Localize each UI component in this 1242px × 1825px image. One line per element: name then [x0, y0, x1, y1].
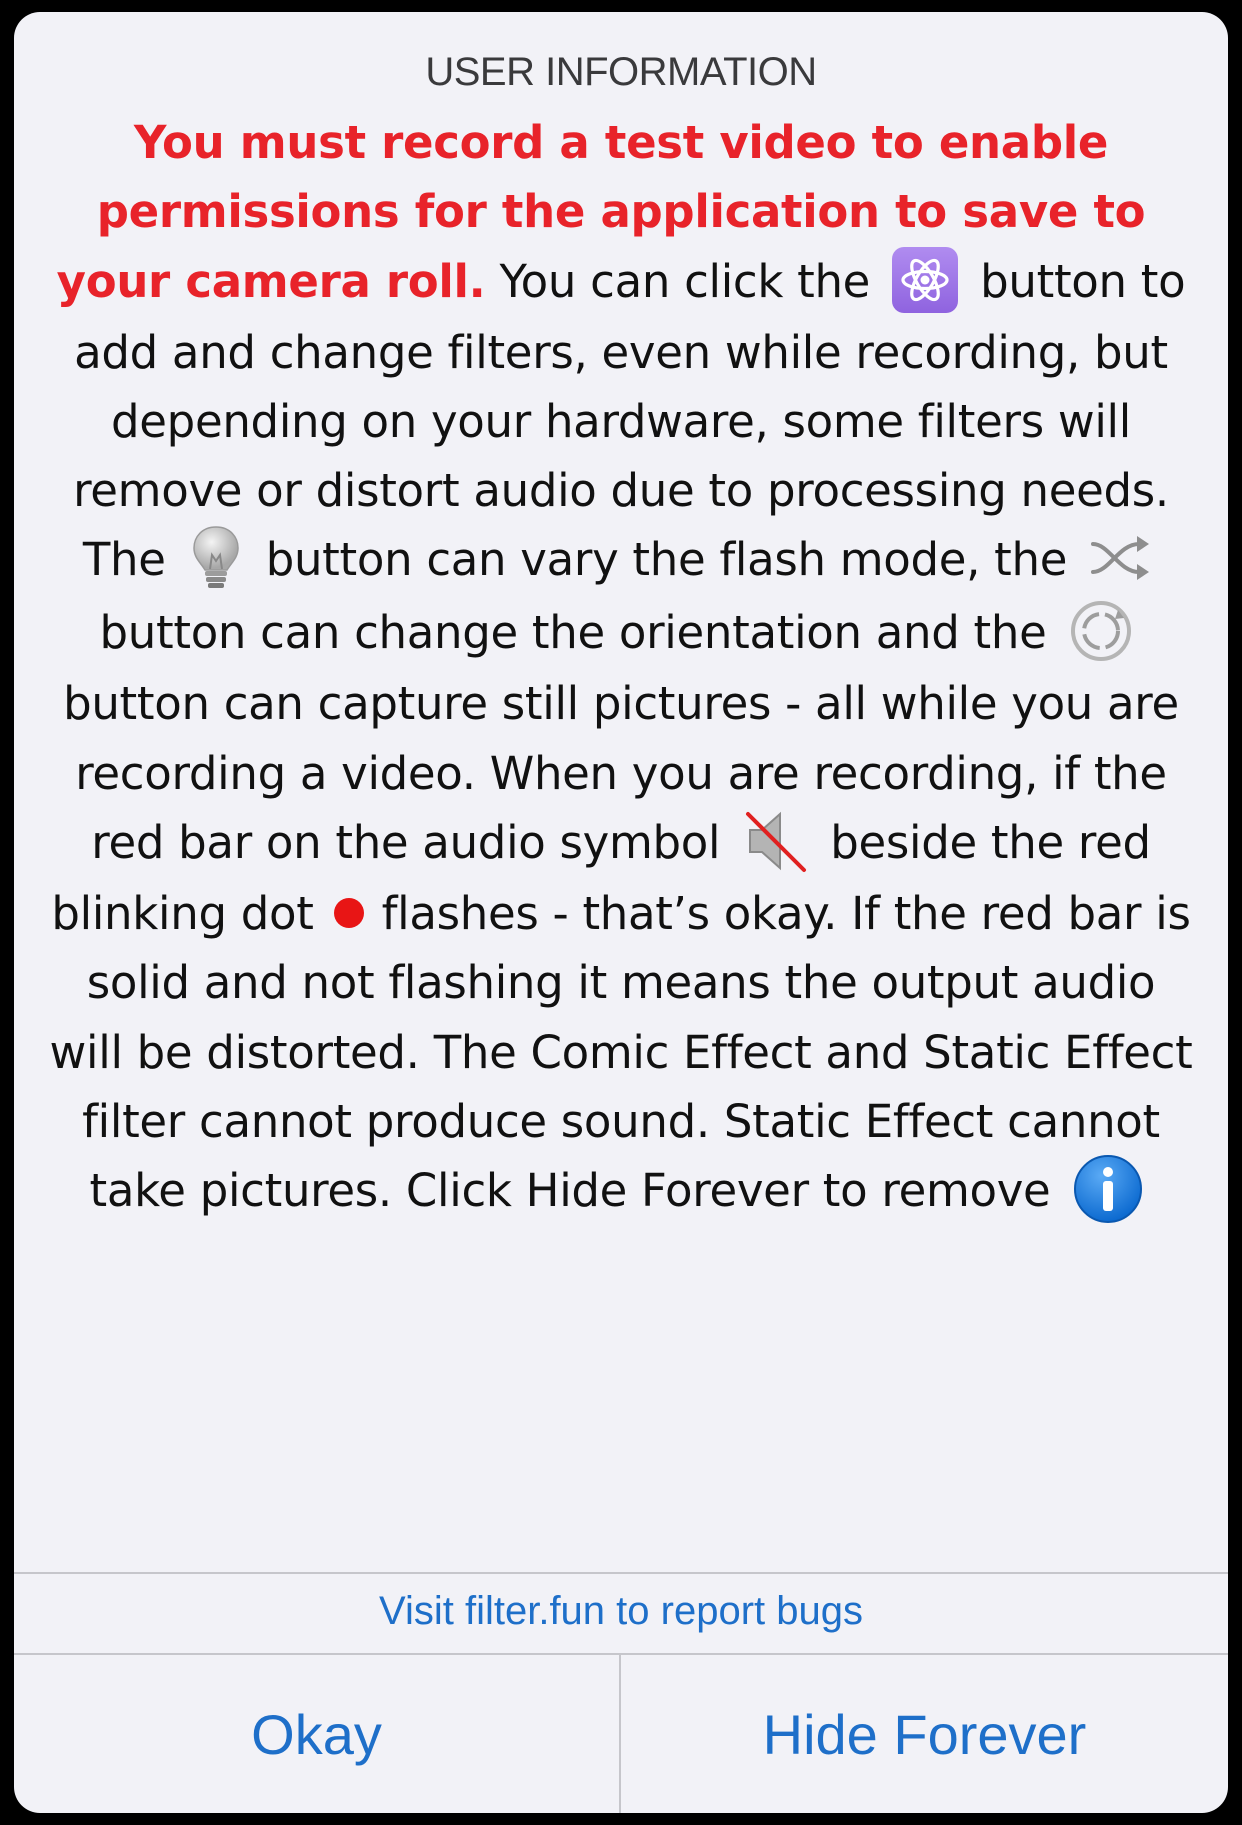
muted-speaker-icon: [742, 808, 808, 874]
alert-title: USER INFORMATION: [425, 50, 817, 94]
alert-message: You must record a test video to enable p…: [44, 108, 1198, 1230]
info-icon: [1072, 1153, 1144, 1225]
user-information-alert: USER INFORMATION You must record a test …: [14, 12, 1228, 1813]
atom-icon: [892, 246, 959, 313]
divider: [14, 1572, 1228, 1574]
message-segment-3: button can vary the flash mode, the: [265, 533, 1068, 587]
message-segment-1: You can click the: [485, 254, 871, 308]
hide-forever-button[interactable]: Hide Forever: [621, 1655, 1228, 1813]
okay-button[interactable]: Okay: [14, 1655, 619, 1813]
report-bugs-link[interactable]: Visit filter.fun to report bugs: [14, 1589, 1228, 1634]
camera-capture-icon: [1068, 598, 1134, 664]
shuffle-icon: [1089, 530, 1151, 586]
lightbulb-icon: [188, 523, 244, 593]
message-segment-4: button can change the orientation and th…: [99, 606, 1047, 660]
red-dot-icon: [333, 898, 364, 929]
